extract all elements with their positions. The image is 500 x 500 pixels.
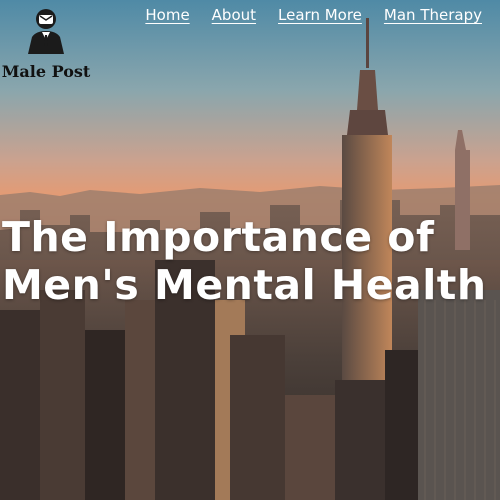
top-nav: Home About Learn More Man Therapy [145, 6, 482, 24]
nav-link-man-therapy[interactable]: Man Therapy [384, 6, 482, 24]
nav-link-home[interactable]: Home [145, 6, 189, 24]
nav-link-about[interactable]: About [212, 6, 256, 24]
headline-line-2: Men's Mental Health [2, 261, 487, 309]
headline-line-1: The Importance of [2, 213, 435, 261]
nav-link-learn-more[interactable]: Learn More [278, 6, 362, 24]
hero-headline: The Importance of Men's Mental Health [2, 213, 487, 309]
brand-logo[interactable]: Male Post [0, 6, 92, 81]
businessman-icon [28, 9, 64, 54]
brand-name: Male Post [1, 62, 91, 81]
